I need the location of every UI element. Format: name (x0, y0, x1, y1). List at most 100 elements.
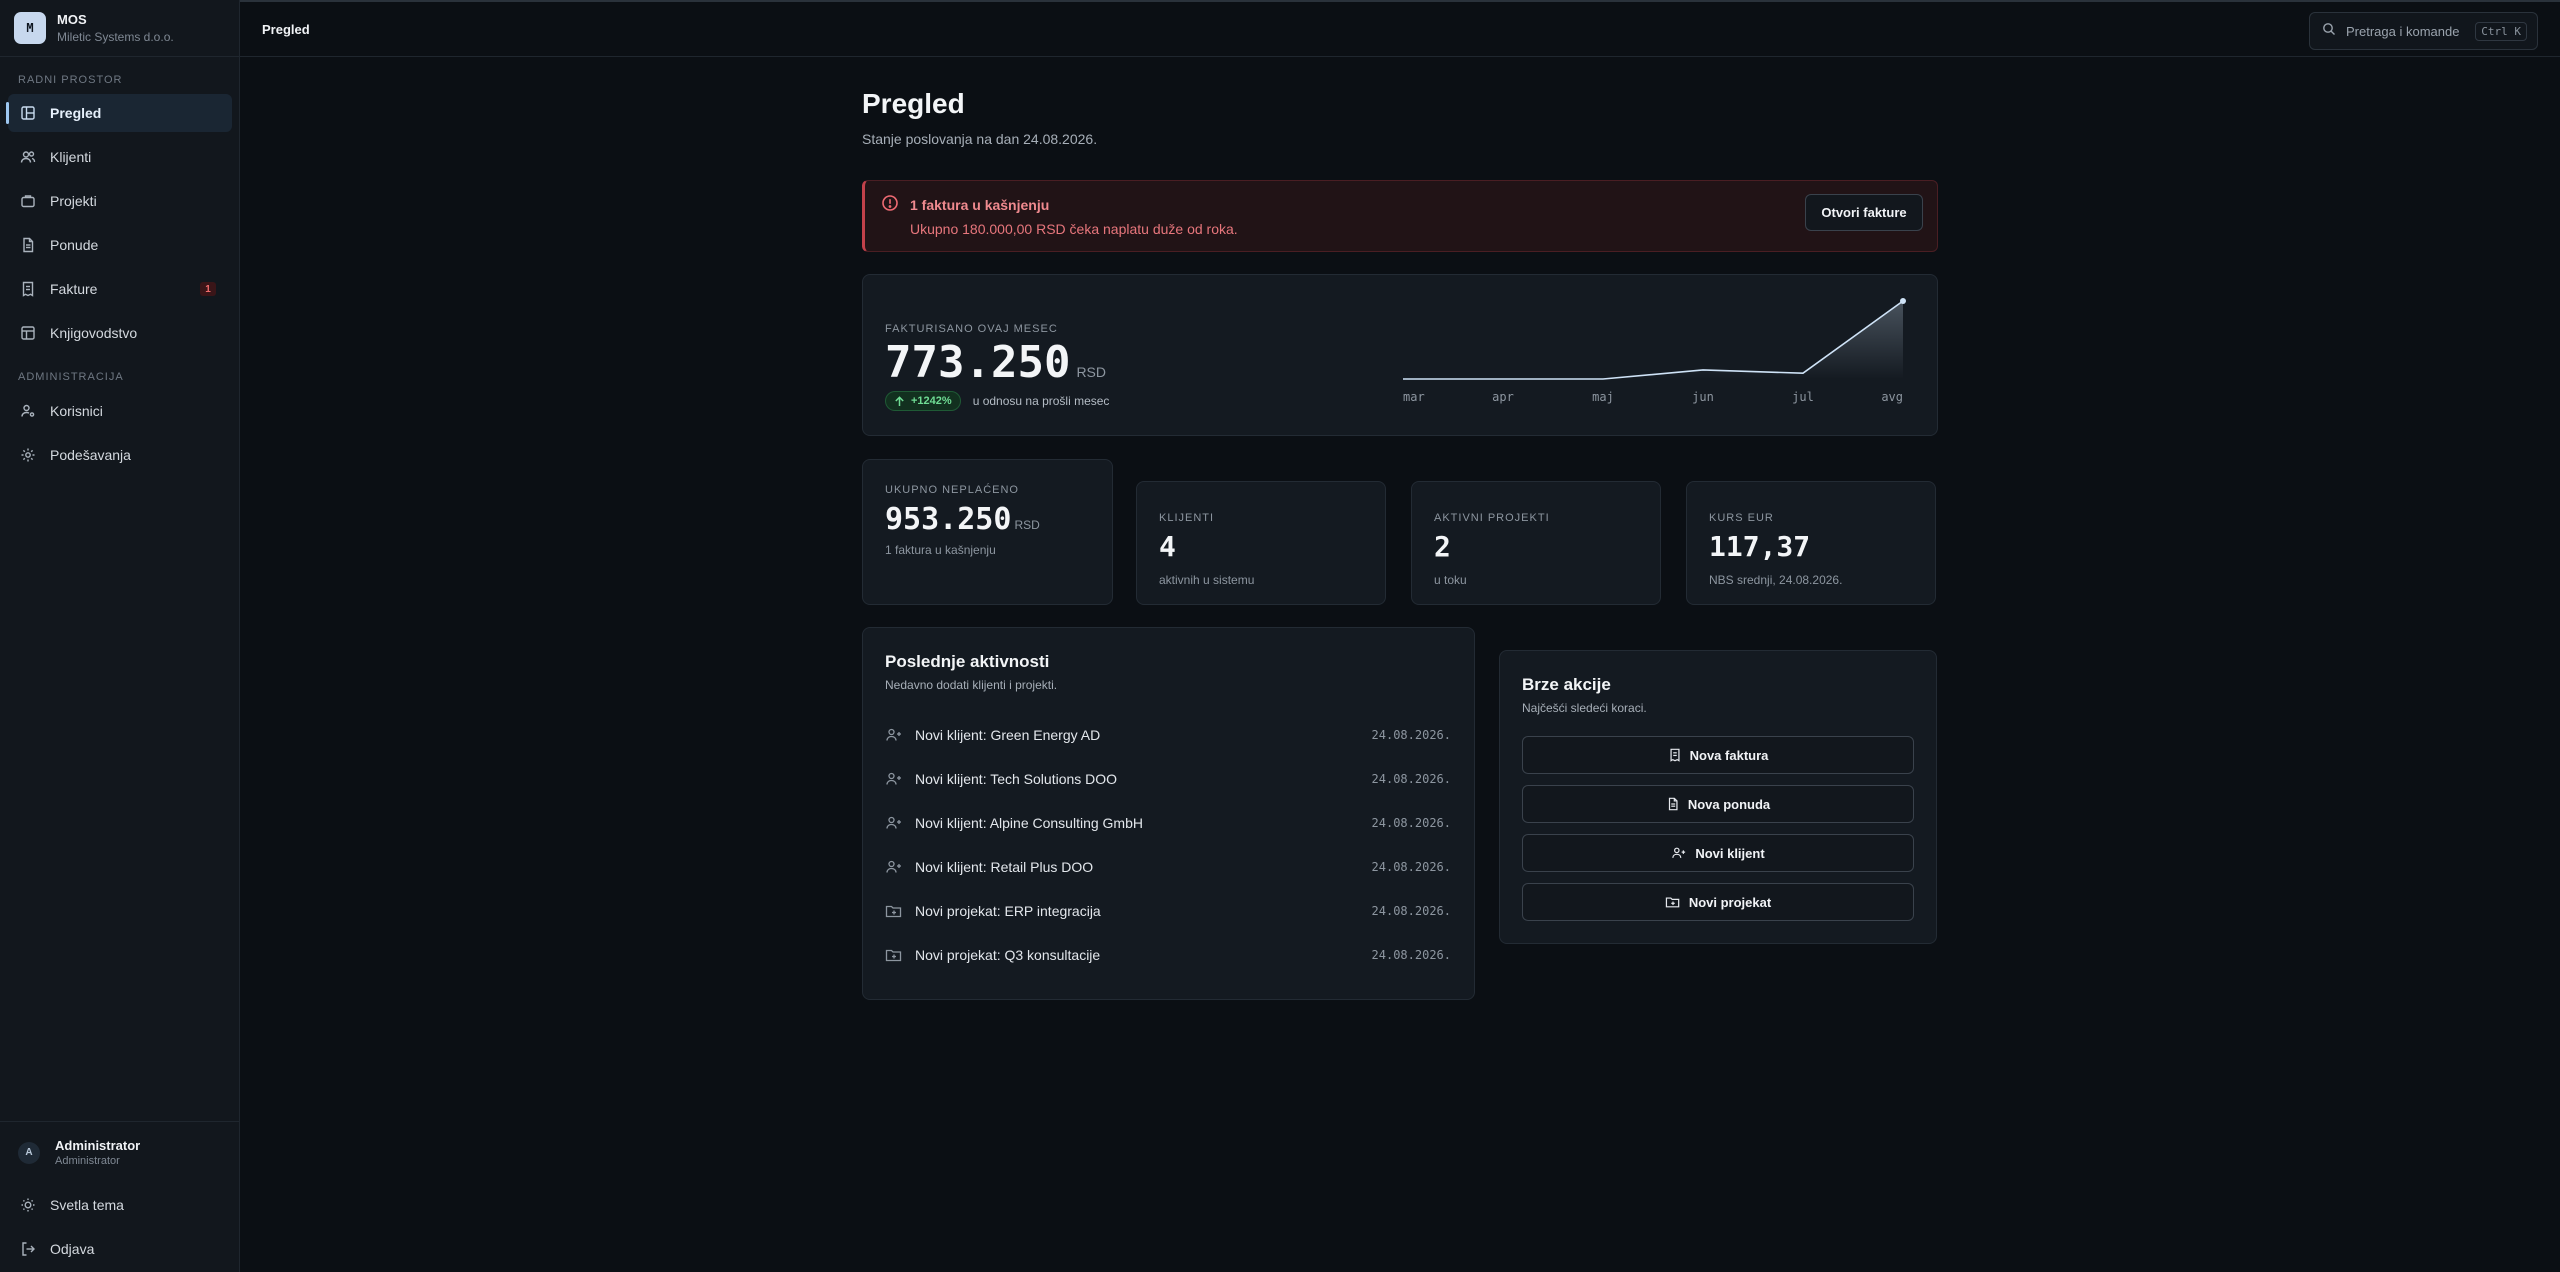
receipt-icon (20, 281, 36, 297)
arrow-up-icon (894, 395, 905, 407)
trend-value: +1242% (911, 395, 952, 407)
logout-button[interactable]: Odjava (8, 1230, 232, 1268)
activity-date: 24.08.2026. (1371, 816, 1451, 830)
sidebar-item-projekti[interactable]: Projekti (8, 182, 232, 220)
user-name: Administrator (55, 1138, 141, 1153)
sidebar-item-pregled[interactable]: Pregled (6, 94, 232, 132)
kpi-card-clients: KLIJENTI 4 aktivnih u sistemu (1136, 481, 1386, 605)
brand-company: Miletic Systems d.o.o. (57, 30, 174, 44)
billing-card: FAKTURISANO OVAJ MESEC 773.250 RSD +1242… (862, 274, 1938, 436)
activity-text: Novi projekat: ERP integracija (915, 903, 1101, 919)
sidebar-item-podesavanja[interactable]: Podešavanja (8, 436, 232, 474)
kpi-sub: u toku (1434, 573, 1467, 587)
sidebar-item-korisnici[interactable]: Korisnici (8, 392, 232, 430)
activity-text: Novi projekat: Q3 konsultacije (915, 947, 1101, 963)
kpi-unit: RSD (1014, 518, 1040, 532)
logout-label: Odjava (50, 1241, 95, 1257)
list-item[interactable]: Novi projekat: Q3 konsultacije 24.08.202… (885, 945, 1451, 965)
kpi-label: UKUPNO NEPLAĆENO (885, 484, 1019, 496)
topbar-title: Pregled (262, 22, 310, 37)
user-plus-icon (885, 815, 903, 831)
activity-text: Novi klijent: Alpine Consulting GmbH (915, 815, 1143, 831)
sidebar-item-label: Podešavanja (50, 447, 131, 463)
sidebar-item-knjigovodstvo[interactable]: Knjigovodstvo (8, 314, 232, 352)
new-offer-button[interactable]: Nova ponuda (1522, 785, 1914, 823)
user-plus-icon (885, 771, 903, 787)
sidebar-item-klijenti[interactable]: Klijenti (8, 138, 232, 176)
avatar: A (18, 1141, 40, 1164)
activity-date: 24.08.2026. (1371, 860, 1451, 874)
x-tick-label: apr (1492, 390, 1514, 404)
billing-sparkline-chart: mar apr maj jun jul avg (1403, 298, 1906, 404)
list-item[interactable]: Novi klijent: Alpine Consulting GmbH 24.… (885, 813, 1451, 833)
theme-toggle-label: Svetla tema (50, 1197, 124, 1213)
receipt-icon (1668, 748, 1682, 762)
list-item[interactable]: Novi klijent: Tech Solutions DOO 24.08.2… (885, 769, 1451, 789)
sparkline-point-last (1900, 298, 1906, 304)
kpi-card-projects: AKTIVNI PROJEKTI 2 u toku (1411, 481, 1661, 605)
overdue-alert: 1 faktura u kašnjenju Ukupno 180.000,00 … (862, 180, 1938, 252)
x-tick-label: avg (1881, 390, 1903, 404)
gear-icon (20, 447, 36, 463)
users-icon (20, 149, 36, 165)
user-role: Administrator (55, 1155, 120, 1167)
quick-actions-subtitle: Najčešći sledeći koraci. (1522, 701, 1647, 715)
billing-value: 773.250 (885, 337, 1071, 388)
brand[interactable]: M MOS Miletic Systems d.o.o. (0, 0, 239, 57)
x-tick-label: jul (1792, 390, 1814, 404)
button-label: Nova ponuda (1687, 796, 1771, 812)
document-icon (1666, 797, 1680, 811)
quick-actions-title: Brze akcije (1522, 675, 1611, 694)
kpi-sub: 1 faktura u kašnjenju (885, 543, 996, 557)
folder-plus-icon (885, 903, 903, 919)
document-icon (20, 237, 36, 253)
brand-name: MOS (57, 12, 87, 27)
sidebar-item-fakture[interactable]: Fakture 1 (8, 270, 232, 308)
list-item[interactable]: Novi klijent: Green Energy AD 24.08.2026… (885, 725, 1451, 745)
topbar: Pregled Pretraga i komande Ctrl K (240, 0, 2560, 57)
button-label: Nova faktura (1689, 747, 1769, 763)
activity-text: Novi klijent: Green Energy AD (915, 727, 1101, 743)
theme-toggle-button[interactable]: Svetla tema (8, 1186, 232, 1224)
sidebar-item-label: Klijenti (50, 149, 92, 165)
kpi-label: AKTIVNI PROJEKTI (1434, 512, 1550, 524)
activity-date: 24.08.2026. (1371, 904, 1451, 918)
briefcase-icon (20, 193, 36, 209)
sidebar-item-ponude[interactable]: Ponude (8, 226, 232, 264)
user-profile[interactable]: A Administrator Administrator (18, 1138, 140, 1167)
search-shortcut: Ctrl K (2475, 22, 2527, 41)
kpi-card-unpaid: UKUPNO NEPLAĆENO 953.250 RSD 1 faktura u… (862, 459, 1113, 605)
search-icon (2322, 22, 2336, 41)
new-project-button[interactable]: Novi projekat (1522, 883, 1914, 921)
list-item[interactable]: Novi klijent: Retail Plus DOO 24.08.2026… (885, 857, 1451, 877)
fakture-count-badge: 1 (200, 282, 216, 296)
search-placeholder: Pretraga i komande (2346, 23, 2460, 39)
x-tick-label: jun (1692, 390, 1714, 404)
sidebar-item-label: Fakture (50, 281, 98, 297)
trend-note: u odnosu na prošli mesec (972, 394, 1110, 408)
sidebar-item-label: Korisnici (50, 403, 103, 419)
page-title: Pregled (862, 88, 965, 119)
table-icon (20, 325, 36, 341)
user-plus-icon (885, 859, 903, 875)
kpi-value: 953.250 (885, 502, 1012, 537)
activity-card: Poslednje aktivnosti Nedavno dodati klij… (862, 627, 1475, 1000)
kpi-card-eur-rate: KURS EUR 117,37 NBS srednji, 24.08.2026. (1686, 481, 1936, 605)
kpi-sub: aktivnih u sistemu (1159, 573, 1255, 587)
new-invoice-button[interactable]: Nova faktura (1522, 736, 1914, 774)
activity-date: 24.08.2026. (1371, 948, 1451, 962)
button-label: Novi projekat (1688, 894, 1772, 910)
activity-text: Novi klijent: Retail Plus DOO (915, 859, 1094, 875)
sidebar: M MOS Miletic Systems d.o.o. RADNI PROST… (0, 0, 240, 1272)
search-input[interactable]: Pretraga i komande Ctrl K (2309, 12, 2538, 50)
brand-logo: M (14, 12, 46, 44)
activity-text: Novi klijent: Tech Solutions DOO (915, 771, 1118, 787)
sidebar-item-label: Pregled (50, 105, 102, 121)
folder-plus-icon (1665, 895, 1681, 909)
new-client-button[interactable]: Novi klijent (1522, 834, 1914, 872)
billing-unit: RSD (1076, 364, 1106, 380)
kpi-label: KLIJENTI (1159, 512, 1215, 524)
open-invoices-button[interactable]: Otvori fakture (1805, 194, 1923, 231)
list-item[interactable]: Novi projekat: ERP integracija 24.08.202… (885, 901, 1451, 921)
kpi-value: 117,37 (1709, 530, 1811, 563)
